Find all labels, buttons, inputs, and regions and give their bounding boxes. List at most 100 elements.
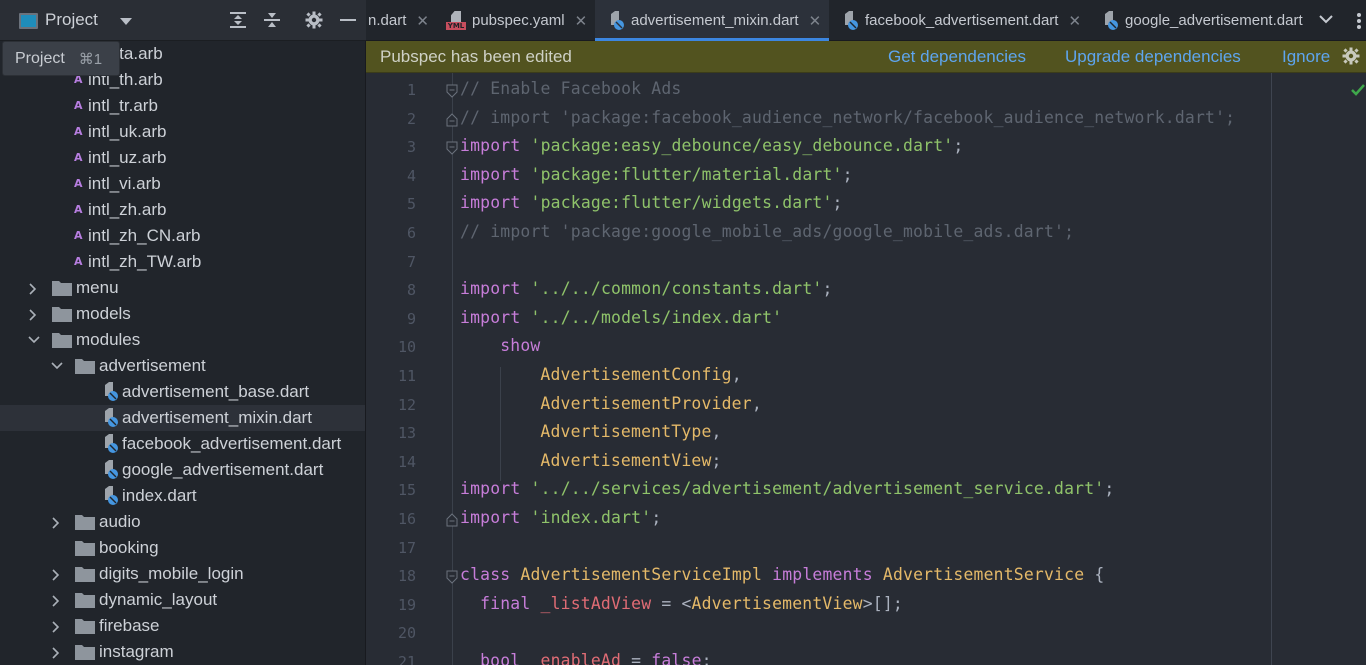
tree-item-label: modules xyxy=(76,330,141,349)
expand-all-icon[interactable] xyxy=(228,10,248,30)
code-line[interactable]: class AdvertisementServiceImpl implement… xyxy=(460,565,1104,584)
tab-advertisement-mixin-dart[interactable]: advertisement_mixin.dart ✕ xyxy=(595,0,829,41)
close-icon[interactable]: ✕ xyxy=(416,12,429,30)
tree-item[interactable]: digits_mobile_login xyxy=(0,561,365,587)
banner-message: Pubspec has been edited xyxy=(380,47,572,66)
dart-file-icon xyxy=(105,382,118,401)
fold-end-icon[interactable] xyxy=(446,513,458,527)
tree-item[interactable]: Aintl_vi.arb xyxy=(0,171,365,197)
line-number: 13 xyxy=(397,424,416,443)
tab-list-chevron-icon[interactable] xyxy=(1318,11,1334,32)
code-line[interactable]: import '../../models/index.dart' xyxy=(460,308,782,327)
tree-item[interactable]: booking xyxy=(0,535,365,561)
tree-item[interactable]: index.dart xyxy=(0,483,365,509)
tree-item[interactable]: menu xyxy=(0,275,365,301)
code-line[interactable]: bool _enableAd = false; xyxy=(480,651,712,665)
gear-icon[interactable] xyxy=(1342,47,1360,70)
get-dependencies-link[interactable]: Get dependencies xyxy=(888,47,1026,67)
tree-item[interactable]: modules xyxy=(0,327,365,353)
chevron-right-icon[interactable] xyxy=(51,621,61,633)
code-line[interactable]: import '../../services/advertisement/adv… xyxy=(460,479,1114,498)
code-line[interactable]: AdvertisementView; xyxy=(540,451,721,470)
code-line[interactable]: show xyxy=(500,336,540,355)
code-line[interactable]: import 'package:flutter/widgets.dart'; xyxy=(460,193,843,212)
line-number: 20 xyxy=(397,624,416,643)
tab-pubspec-yaml[interactable]: YML pubspec.yaml ✕ xyxy=(446,0,594,41)
tab-label: advertisement_mixin.dart xyxy=(631,12,799,29)
tree-item[interactable]: audio xyxy=(0,509,365,535)
chevron-right-icon[interactable] xyxy=(51,517,61,529)
code-line[interactable]: // import 'package:google_mobile_ads/goo… xyxy=(460,222,1074,241)
arb-file-icon: A xyxy=(74,99,83,112)
code-line[interactable]: AdvertisementProvider, xyxy=(540,394,762,413)
more-vertical-icon[interactable] xyxy=(1356,12,1362,35)
tree-item[interactable]: advertisement xyxy=(0,353,365,379)
fold-collapse-icon[interactable] xyxy=(446,141,458,155)
tree-item[interactable]: advertisement_mixin.dart xyxy=(0,405,365,431)
minimize-icon[interactable] xyxy=(338,10,358,30)
tree-item[interactable]: dynamic_layout xyxy=(0,587,365,613)
close-icon[interactable]: ✕ xyxy=(575,12,588,30)
fold-collapse-icon[interactable] xyxy=(446,570,458,584)
folder-icon xyxy=(52,306,72,322)
ignore-link[interactable]: Ignore xyxy=(1282,47,1330,67)
chevron-right-icon[interactable] xyxy=(28,309,38,321)
tree-item[interactable]: models xyxy=(0,301,365,327)
tree-item[interactable]: facebook_advertisement.dart xyxy=(0,431,365,457)
tree-item[interactable]: Aintl_zh_CN.arb xyxy=(0,223,365,249)
project-view-selector[interactable]: Project xyxy=(45,10,98,30)
line-number: 14 xyxy=(397,452,416,471)
code-line[interactable]: // Enable Facebook Ads xyxy=(460,79,682,98)
dart-file-icon xyxy=(105,460,118,479)
collapse-all-icon[interactable] xyxy=(262,10,282,30)
line-number: 7 xyxy=(406,252,416,271)
fold-end-icon[interactable] xyxy=(446,112,458,127)
chevron-down-icon[interactable] xyxy=(51,361,63,371)
tree-item[interactable]: Aintl_uk.arb xyxy=(0,119,365,145)
line-number: 1 xyxy=(406,81,416,99)
code-line[interactable]: import 'package:flutter/material.dart'; xyxy=(460,165,853,184)
tree-item-label: google_advertisement.dart xyxy=(122,460,324,479)
gear-icon[interactable] xyxy=(304,10,324,30)
code-line[interactable]: AdvertisementType, xyxy=(540,422,721,441)
tab-google-advertisement-dart[interactable]: google_advertisement.dart xyxy=(1101,0,1306,41)
chevron-down-icon[interactable] xyxy=(28,335,40,345)
right-margin-guide xyxy=(1271,73,1272,665)
project-panel: Project Project ⌘1 Aintl_ta.arbAintl_th.… xyxy=(0,0,366,665)
code-line[interactable]: AdvertisementConfig, xyxy=(540,365,741,384)
tab-label: facebook_advertisement.dart xyxy=(865,12,1059,29)
tree-item[interactable]: Aintl_zh_TW.arb xyxy=(0,249,365,275)
tree-item[interactable]: Aintl_zh.arb xyxy=(0,197,365,223)
folder-icon xyxy=(52,332,72,348)
tree-item[interactable]: google_advertisement.dart xyxy=(0,457,365,483)
code-line[interactable]: import '../../common/constants.dart'; xyxy=(460,279,833,298)
tree-item[interactable]: Aintl_tr.arb xyxy=(0,93,365,119)
code-line[interactable]: final _listAdView = <AdvertisementView>[… xyxy=(480,594,903,613)
code-line[interactable]: import 'package:easy_debounce/easy_debou… xyxy=(460,136,963,155)
chevron-right-icon[interactable] xyxy=(51,595,61,607)
line-number: 18 xyxy=(397,567,416,586)
folder-icon xyxy=(75,514,95,530)
chevron-right-icon[interactable] xyxy=(28,283,38,295)
tree-item[interactable]: firebase xyxy=(0,613,365,639)
tree-item[interactable]: instagram xyxy=(0,639,365,665)
fold-collapse-icon[interactable] xyxy=(446,84,458,98)
arb-file-icon: A xyxy=(74,177,83,190)
tab-n-dart[interactable]: n.dart ✕ xyxy=(366,0,438,41)
tree-item[interactable]: advertisement_base.dart xyxy=(0,379,365,405)
inspection-ok-check-icon[interactable] xyxy=(1351,83,1365,101)
arb-file-icon: A xyxy=(74,203,83,216)
chevron-right-icon[interactable] xyxy=(51,647,61,659)
code-line[interactable]: import 'index.dart'; xyxy=(460,508,661,527)
tree-item[interactable]: Aintl_uz.arb xyxy=(0,145,365,171)
tree-item-label: intl_zh_CN.arb xyxy=(88,226,201,245)
code-line[interactable]: // import 'package:facebook_audience_net… xyxy=(460,108,1235,127)
upgrade-dependencies-link[interactable]: Upgrade dependencies xyxy=(1065,47,1241,67)
dropdown-caret-icon[interactable] xyxy=(120,18,132,25)
chevron-right-icon[interactable] xyxy=(51,569,61,581)
code-editor[interactable]: 1 2 3 4 5 6 7 8 9 10 11 12 13 14 15 16 17 18 19 20 21 // Ena… xyxy=(366,73,1366,665)
tab-facebook-advertisement-dart[interactable]: facebook_advertisement.dart ✕ xyxy=(841,0,1091,41)
tab-label: pubspec.yaml xyxy=(472,12,565,29)
close-icon[interactable]: ✕ xyxy=(1068,12,1081,30)
close-icon[interactable]: ✕ xyxy=(809,12,822,30)
